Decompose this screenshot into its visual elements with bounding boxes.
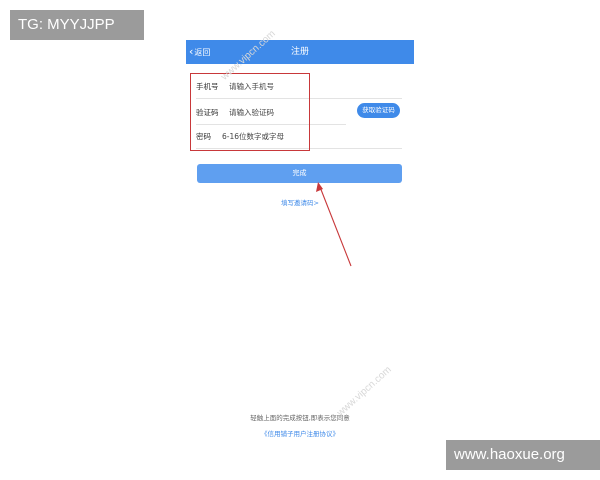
consent-text: 轻触上面的完成按钮,即表示您同意 bbox=[250, 414, 350, 422]
invite-code-link[interactable]: 填写邀请码> bbox=[186, 197, 414, 207]
tg-watermark: TG: MYYJJPP bbox=[10, 10, 144, 40]
done-button[interactable]: 完成 bbox=[197, 164, 402, 183]
get-code-button[interactable]: 获取验证码 bbox=[357, 103, 400, 118]
app-bar: ‹ 返回 注册 bbox=[186, 40, 414, 64]
annotation-highlight-box bbox=[190, 73, 310, 151]
page-title: 注册 bbox=[290, 47, 309, 57]
site-watermark: www.haoxue.org bbox=[446, 440, 600, 470]
agreement-link[interactable]: 《信用铺子用户注册协议》 bbox=[186, 428, 414, 438]
screenshot-stage: TG: MYYJJPP ‹ 返回 注册 手机号 验证码 获取验证码 密码 完成 … bbox=[0, 0, 600, 480]
